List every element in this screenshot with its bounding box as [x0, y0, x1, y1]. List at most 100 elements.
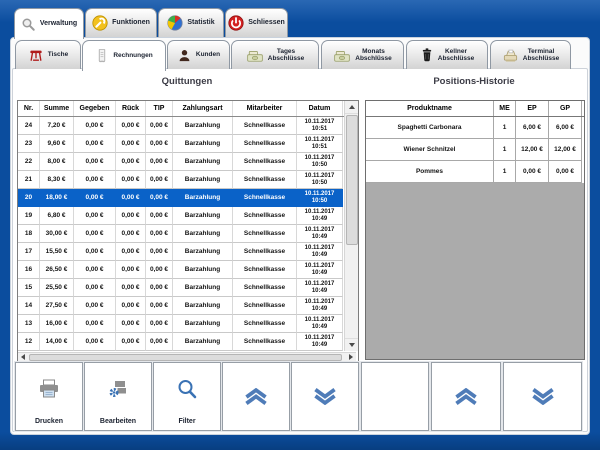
receipt-row[interactable]: 228,00 €0,00 €0,00 €0,00 €BarzahlungSchn… [18, 153, 358, 171]
tab-label: Terminal Abschlüsse [523, 48, 560, 63]
tab-verwaltung[interactable]: Verwaltung [14, 8, 84, 39]
cell: 9,60 € [40, 135, 74, 153]
receipt-row[interactable]: 1626,50 €0,00 €0,00 €0,00 €BarzahlungSch… [18, 261, 358, 279]
cell: 30,00 € [40, 225, 74, 243]
scroll-up-arrow[interactable] [345, 101, 358, 114]
positions-scroll-up-button[interactable] [431, 362, 501, 431]
cell: Schnellkasse [233, 135, 297, 153]
tab-tages-abschluesse[interactable]: Tages Abschlüsse [231, 40, 319, 69]
cell: 0,00 € [116, 333, 146, 351]
down-triangle-icon [349, 343, 355, 347]
scroll-down-arrow[interactable] [345, 338, 358, 351]
receipt-row[interactable]: 1316,00 €0,00 €0,00 €0,00 €BarzahlungSch… [18, 315, 358, 333]
position-row[interactable]: Spaghetti Carbonara16,00 €6,00 € [366, 117, 584, 139]
positions-title: Positions-Historie [365, 76, 583, 87]
cell: 0,00 € [74, 333, 116, 351]
cell: 18,00 € [40, 189, 74, 207]
cell: Schnellkasse [233, 297, 297, 315]
cell: 0,00 € [146, 117, 173, 135]
cell: Wiener Schnitzel [366, 139, 494, 161]
cell-datum: 10.11.201710:49 [297, 207, 343, 225]
cell: 0,00 € [74, 261, 116, 279]
cell: 0,00 € [146, 279, 173, 297]
receipt-row[interactable]: 247,20 €0,00 €0,00 €0,00 €BarzahlungSchn… [18, 117, 358, 135]
cell: Barzahlung [173, 225, 233, 243]
cell: 8,30 € [40, 171, 74, 189]
receipt-row[interactable]: 1715,50 €0,00 €0,00 €0,00 €BarzahlungSch… [18, 243, 358, 261]
col-datum: Datum [297, 101, 343, 116]
cell: 18 [18, 225, 40, 243]
receipt-row[interactable]: 1214,00 €0,00 €0,00 €0,00 €BarzahlungSch… [18, 333, 358, 351]
position-row[interactable]: Pommes10,00 €0,00 € [366, 161, 584, 183]
cell: Schnellkasse [233, 171, 297, 189]
cell: 25,50 € [40, 279, 74, 297]
up-triangle-icon [349, 105, 355, 109]
receipt-icon [95, 48, 109, 64]
cell: 0,00 € [146, 135, 173, 153]
wrench-icon [92, 15, 108, 31]
receipt-row[interactable]: 218,30 €0,00 €0,00 €0,00 €BarzahlungSchn… [18, 171, 358, 189]
cell: 12,00 € [516, 139, 549, 161]
tab-monats-abschluesse[interactable]: Monats Abschlüsse [321, 40, 404, 69]
receipt-row[interactable]: 1427,50 €0,00 €0,00 €0,00 €BarzahlungSch… [18, 297, 358, 315]
vertical-scrollbar[interactable] [344, 101, 358, 351]
filter-button[interactable]: Filter [153, 362, 221, 431]
chevrons-down-icon [292, 363, 358, 430]
scroll-left-arrow[interactable] [18, 353, 28, 360]
cell: Barzahlung [173, 279, 233, 297]
drucken-button[interactable]: Drucken [15, 362, 83, 431]
spare-button[interactable] [361, 362, 429, 431]
receipts-scroll-up-button[interactable] [222, 362, 290, 431]
cell-datum: 10.11.201710:50 [297, 189, 343, 207]
cell: 24 [18, 117, 40, 135]
bearbeiten-button[interactable]: Bearbeiten [84, 362, 152, 431]
tab-funktionen[interactable]: Funktionen [85, 8, 157, 37]
receipt-row[interactable]: 1830,00 €0,00 €0,00 €0,00 €BarzahlungSch… [18, 225, 358, 243]
cell-datum: 10.11.201710:49 [297, 333, 343, 351]
receipts-table: Nr. Summe Gegeben Rück TIP Zahlungsart M… [17, 100, 359, 362]
vertical-scrollbar-thumb[interactable] [346, 115, 358, 245]
tab-kunden[interactable]: Kunden [167, 40, 230, 69]
tab-statistik[interactable]: Statistik [158, 8, 224, 37]
cell: 0,00 € [74, 243, 116, 261]
col-gegeben: Gegeben [74, 101, 116, 116]
receipt-row[interactable]: 1525,50 €0,00 €0,00 €0,00 €BarzahlungSch… [18, 279, 358, 297]
cell: 1 [494, 139, 516, 161]
horizontal-scrollbar-thumb[interactable] [29, 354, 342, 361]
position-row[interactable]: Wiener Schnitzel112,00 €12,00 € [366, 139, 584, 161]
tab-tische[interactable]: Tische [15, 40, 81, 69]
horizontal-scrollbar[interactable] [18, 352, 356, 361]
cell: Barzahlung [173, 297, 233, 315]
scroll-right-arrow[interactable] [346, 353, 356, 360]
tab-label: Kunden [196, 51, 220, 59]
cell: 6,00 € [516, 117, 549, 139]
receipts-scroll-down-button[interactable] [291, 362, 359, 431]
tab-kellner-abschluesse[interactable]: Kellner Abschlüsse [406, 40, 488, 69]
cell: 0,00 € [74, 189, 116, 207]
cell: Barzahlung [173, 315, 233, 333]
cell: 27,50 € [40, 297, 74, 315]
cell: 0,00 € [116, 117, 146, 135]
cell: 6,00 € [549, 117, 582, 139]
cell: 16 [18, 261, 40, 279]
cell: 0,00 € [116, 153, 146, 171]
receipt-row[interactable]: 2018,00 €0,00 €0,00 €0,00 €BarzahlungSch… [18, 189, 358, 207]
cell: 0,00 € [74, 135, 116, 153]
cell: Schnellkasse [233, 207, 297, 225]
tab-schliessen[interactable]: Schliessen [225, 8, 288, 37]
cell: 0,00 € [516, 161, 549, 183]
receipt-row[interactable]: 196,80 €0,00 €0,00 €0,00 €BarzahlungSchn… [18, 207, 358, 225]
cell: 12,00 € [549, 139, 582, 161]
positions-scroll-down-button[interactable] [503, 362, 582, 431]
cell: 12 [18, 333, 40, 351]
receipt-row[interactable]: 239,60 €0,00 €0,00 €0,00 €BarzahlungSchn… [18, 135, 358, 153]
cell: 0,00 € [116, 315, 146, 333]
cell: 0,00 € [146, 153, 173, 171]
cash-icon [246, 48, 264, 63]
tab-terminal-abschluesse[interactable]: Terminal Abschlüsse [490, 40, 571, 69]
cell-datum: 10.11.201710:51 [297, 135, 343, 153]
cell: 6,80 € [40, 207, 74, 225]
tab-rechnungen[interactable]: Rechnungen [82, 40, 166, 71]
print-icon [16, 377, 82, 401]
cell: 17 [18, 243, 40, 261]
